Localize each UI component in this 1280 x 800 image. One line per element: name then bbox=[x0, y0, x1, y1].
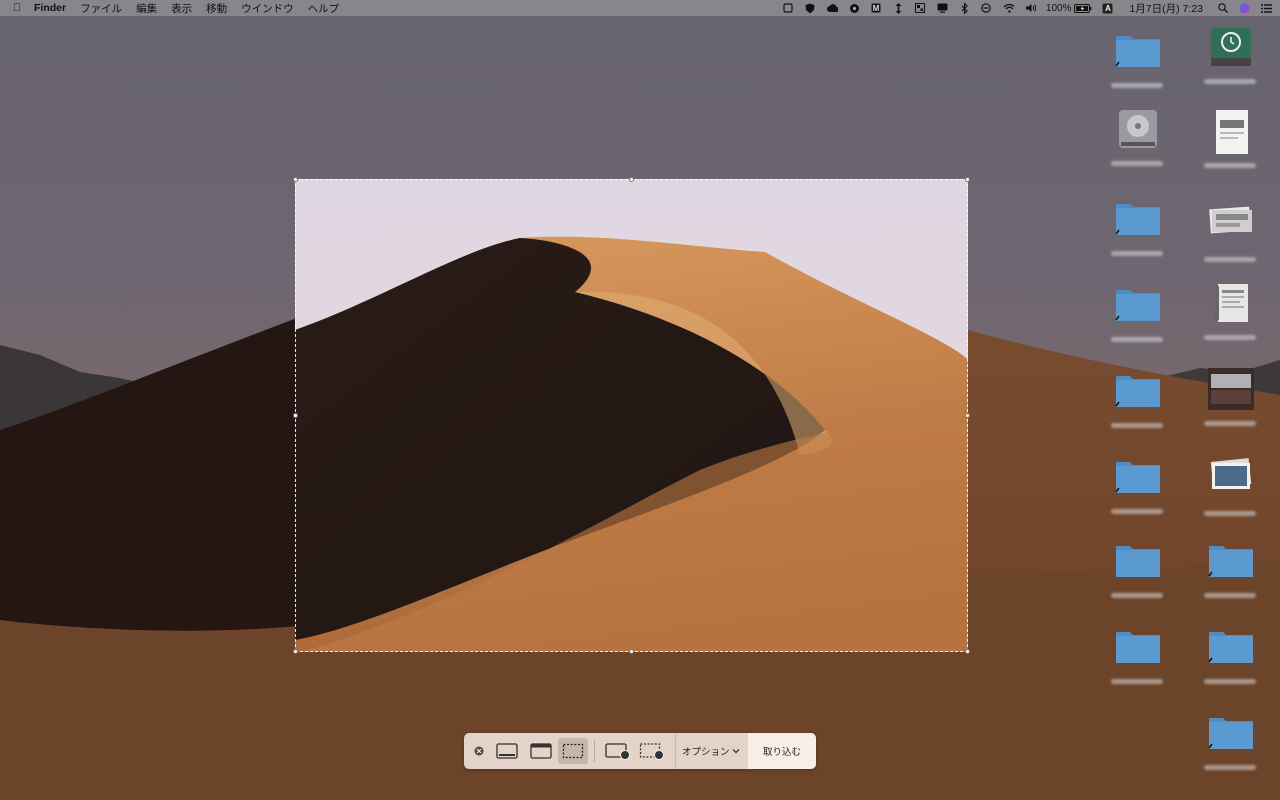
spotlight-search-icon[interactable] bbox=[1217, 3, 1228, 14]
folder-icon bbox=[1115, 540, 1161, 578]
screenshot-toolbar: オプション 取り込む bbox=[464, 733, 816, 769]
record-entire-screen-button[interactable] bbox=[601, 738, 635, 764]
capture-selection-button[interactable] bbox=[558, 738, 588, 764]
resize-handle-top-right[interactable] bbox=[965, 177, 970, 182]
folder-icon bbox=[1208, 712, 1254, 750]
grid-icon[interactable] bbox=[915, 3, 926, 14]
cloud-icon[interactable] bbox=[826, 3, 838, 14]
folder-icon bbox=[1208, 540, 1254, 578]
record-selection-button[interactable] bbox=[635, 738, 669, 764]
desktop-photo-file[interactable] bbox=[1190, 368, 1270, 444]
desktop-folder-alias[interactable] bbox=[1097, 370, 1177, 446]
record-screen-icon bbox=[605, 743, 630, 760]
menu-clock[interactable]: 1月7日(月) 7:23 bbox=[1129, 1, 1203, 16]
screen-icon bbox=[496, 743, 518, 759]
shield-icon[interactable] bbox=[805, 3, 816, 14]
desktop-folder-alias[interactable] bbox=[1097, 456, 1177, 532]
menu-view[interactable]: 表示 bbox=[171, 1, 192, 16]
desktop-document[interactable] bbox=[1190, 110, 1270, 186]
menu-go[interactable]: 移動 bbox=[206, 1, 227, 16]
volume-icon[interactable] bbox=[1025, 3, 1036, 14]
capture-label: 取り込む bbox=[762, 747, 801, 758]
siri-icon[interactable] bbox=[1239, 3, 1250, 14]
toolbar-divider bbox=[594, 740, 595, 762]
menu-file[interactable]: ファイル bbox=[80, 1, 122, 16]
updown-arrows-icon[interactable] bbox=[893, 2, 904, 14]
window-icon bbox=[530, 743, 552, 759]
folder-icon bbox=[1115, 198, 1161, 236]
desktop-document-stack[interactable] bbox=[1190, 282, 1270, 358]
display-icon[interactable] bbox=[937, 3, 948, 14]
desktop-folder-alias[interactable] bbox=[1190, 626, 1270, 702]
folder-icon bbox=[1208, 626, 1254, 664]
capture-selection-area[interactable] bbox=[293, 177, 970, 654]
battery-charging-icon[interactable] bbox=[1074, 3, 1092, 14]
time-machine-drive-icon bbox=[1208, 26, 1254, 66]
hard-drive-icon bbox=[1115, 108, 1161, 148]
input-source-label: A bbox=[1105, 3, 1111, 13]
resize-handle-right[interactable] bbox=[965, 413, 970, 418]
document-icon bbox=[1208, 110, 1254, 154]
window-status-icon[interactable] bbox=[783, 3, 794, 14]
desktop-folder[interactable] bbox=[1097, 626, 1177, 702]
desktop-folder-alias[interactable] bbox=[1097, 198, 1177, 274]
capture-button[interactable]: 取り込む bbox=[746, 733, 816, 769]
desktop-folder-alias[interactable] bbox=[1190, 712, 1270, 788]
resize-handle-bottom[interactable] bbox=[629, 649, 634, 654]
resize-handle-left[interactable] bbox=[293, 413, 298, 418]
desktop-hard-drive[interactable] bbox=[1097, 108, 1177, 184]
battery-percent: 100% bbox=[1045, 2, 1072, 14]
wifi-icon[interactable] bbox=[1003, 3, 1014, 14]
desktop-folder-alias[interactable] bbox=[1097, 284, 1177, 360]
photo-stack-icon bbox=[1208, 458, 1254, 496]
desktop-folder-alias[interactable] bbox=[1097, 30, 1177, 106]
input-source-icon[interactable]: A bbox=[1102, 3, 1113, 14]
resize-handle-top-left[interactable] bbox=[293, 177, 298, 182]
minus-circle-icon[interactable] bbox=[981, 3, 992, 14]
folder-icon bbox=[1115, 456, 1161, 494]
resize-handle-bottom-right[interactable] bbox=[965, 649, 970, 654]
menu-edit[interactable]: 編集 bbox=[136, 1, 157, 16]
close-button[interactable] bbox=[468, 738, 490, 764]
folder-icon bbox=[1115, 284, 1161, 322]
desktop-folder[interactable] bbox=[1097, 540, 1177, 616]
notification-center-icon[interactable] bbox=[1261, 3, 1272, 14]
desktop-time-machine-drive[interactable] bbox=[1190, 26, 1270, 102]
desktop-screenshot-file[interactable] bbox=[1190, 204, 1270, 280]
resize-handle-bottom-left[interactable] bbox=[293, 649, 298, 654]
desktop-photo-stack[interactable] bbox=[1190, 458, 1270, 534]
photo-thumbnail-icon bbox=[1208, 368, 1254, 410]
desktop-folder-alias[interactable] bbox=[1190, 540, 1270, 616]
menu-window[interactable]: ウインドウ bbox=[241, 1, 294, 16]
close-icon bbox=[474, 746, 484, 756]
record-selection-icon bbox=[639, 743, 664, 760]
options-menu-button[interactable]: オプション bbox=[675, 733, 746, 769]
svg-text:M: M bbox=[873, 4, 880, 13]
image-stack-icon bbox=[1208, 204, 1254, 242]
options-label: オプション bbox=[682, 747, 730, 758]
bluetooth-icon[interactable] bbox=[959, 2, 970, 14]
folder-icon bbox=[1115, 370, 1161, 408]
capture-window-button[interactable] bbox=[524, 738, 558, 764]
folder-icon bbox=[1115, 30, 1161, 68]
folder-icon bbox=[1115, 626, 1161, 664]
m-app-icon[interactable]: M bbox=[871, 3, 882, 14]
chevron-down-icon bbox=[732, 749, 739, 754]
notebook-icon bbox=[1208, 282, 1254, 322]
menu-help[interactable]: ヘルプ bbox=[308, 1, 340, 16]
app-menu-finder[interactable]: Finder bbox=[34, 2, 66, 14]
menu-bar:  Finder ファイル 編集 表示 移動 ウインドウ ヘルプ M 100% … bbox=[0, 0, 1280, 16]
selection-icon bbox=[562, 743, 584, 759]
apple-menu-icon[interactable]:  bbox=[0, 2, 34, 14]
capture-entire-screen-button[interactable] bbox=[490, 738, 524, 764]
resize-handle-top[interactable] bbox=[629, 177, 634, 182]
gear-icon[interactable] bbox=[849, 3, 860, 14]
